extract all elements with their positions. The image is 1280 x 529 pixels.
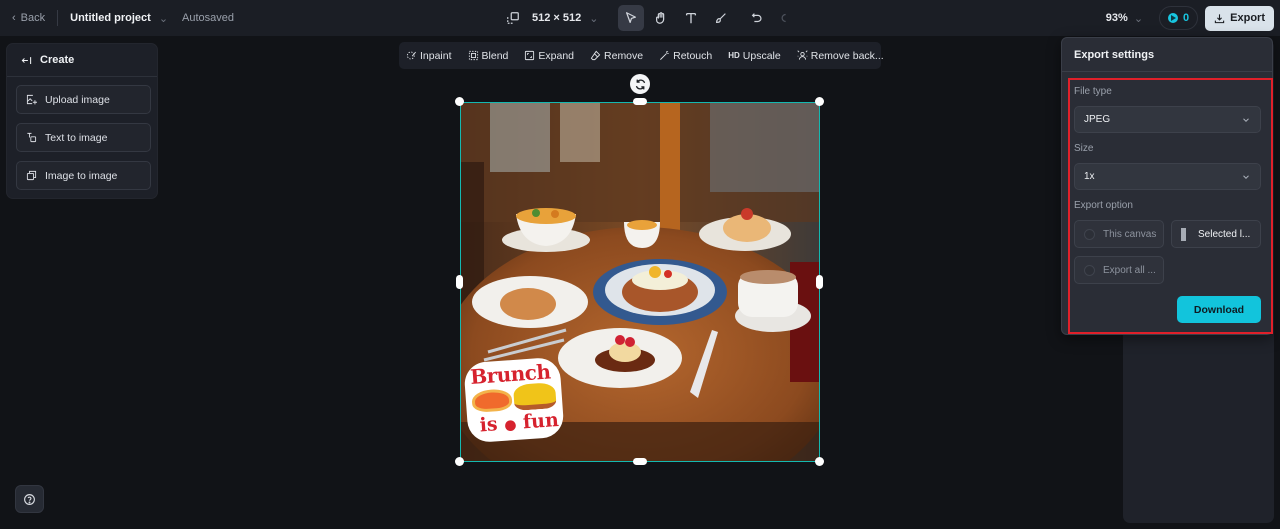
- radio-icon: [1084, 264, 1095, 276]
- collapse-left-icon: [21, 56, 32, 64]
- export-settings-title: Export settings: [1062, 38, 1272, 72]
- image-to-image-icon: [26, 170, 37, 181]
- chevron-down-icon: ⌄: [589, 12, 599, 25]
- resize-canvas-button[interactable]: [500, 5, 526, 31]
- tool-remove[interactable]: Remove: [590, 50, 643, 62]
- text-to-image-icon: [27, 132, 37, 143]
- tool-inpaint[interactable]: Inpaint: [406, 50, 452, 62]
- tool-upscale[interactable]: HD Upscale: [728, 50, 781, 62]
- chevron-down-icon: ⌄: [1133, 12, 1144, 25]
- brush-icon: [716, 13, 727, 23]
- strawberry-icon: ●: [503, 416, 518, 434]
- credit-coin-icon: [1168, 13, 1179, 23]
- brunch-sticker: Brunch is ● fun: [463, 356, 565, 444]
- tool-expand[interactable]: Expand: [524, 50, 574, 62]
- tool-blend[interactable]: Blend: [468, 50, 508, 62]
- size-label: Size: [1074, 143, 1094, 154]
- text-to-image-button[interactable]: Text to image: [16, 123, 151, 152]
- canvas-image[interactable]: Brunch is ● fun: [460, 102, 820, 462]
- file-type-select[interactable]: JPEG: [1074, 106, 1261, 133]
- option-export-all[interactable]: Export all ...: [1074, 256, 1164, 284]
- project-name: Untitled project: [70, 12, 151, 24]
- tool-retouch[interactable]: Retouch: [659, 50, 712, 62]
- expand-icon: [525, 50, 535, 61]
- select-tool[interactable]: [618, 5, 645, 31]
- resize-handle-bottom-right[interactable]: [815, 457, 824, 466]
- canvas-size-dropdown[interactable]: 512 × 512 ⌄: [532, 12, 598, 25]
- save-status: Autosaved: [182, 12, 235, 24]
- export-settings-popover: Export settings File type JPEG Size 1x E…: [1061, 37, 1273, 335]
- resize-handle-top-right[interactable]: [815, 97, 824, 106]
- option-selected-layer[interactable]: Selected l...: [1171, 220, 1261, 248]
- pizza-sticker-art: [471, 388, 513, 413]
- option-this-canvas[interactable]: This canvas: [1074, 220, 1164, 248]
- back-button[interactable]: ‹ Back: [12, 12, 45, 24]
- upload-image-icon: [26, 94, 37, 105]
- file-type-label: File type: [1074, 86, 1112, 97]
- resize-handle-top[interactable]: [633, 98, 647, 105]
- download-button[interactable]: Download: [1177, 296, 1261, 323]
- create-panel: Create Upload image Text to image Image …: [6, 43, 158, 199]
- eraser-icon: [590, 50, 601, 61]
- undo-icon: [752, 13, 762, 23]
- chevron-down-icon: ⌄: [158, 12, 169, 25]
- text-tool[interactable]: [678, 5, 704, 31]
- rotate-icon: [635, 78, 645, 90]
- size-select[interactable]: 1x: [1074, 163, 1261, 190]
- download-icon: [1214, 13, 1225, 23]
- layer-icon: [1181, 227, 1186, 241]
- chevron-down-icon: [1243, 117, 1249, 122]
- resize-handle-bottom-left[interactable]: [455, 457, 464, 466]
- credits-badge[interactable]: 0: [1159, 6, 1199, 30]
- help-button[interactable]: [15, 485, 44, 513]
- inpaint-icon: [406, 51, 416, 60]
- resize-handle-left[interactable]: [456, 275, 463, 289]
- blend-icon: [468, 50, 478, 61]
- export-option-label: Export option: [1074, 200, 1133, 211]
- chevron-left-icon: ‹: [12, 12, 16, 24]
- chevron-down-icon: [1243, 174, 1249, 179]
- magic-wand-icon: [660, 51, 669, 60]
- image-tools-bar: Inpaint Blend Expand Remove Retouch HD U…: [399, 42, 884, 69]
- create-panel-header[interactable]: Create: [7, 44, 157, 77]
- rotate-handle[interactable]: [630, 74, 650, 94]
- divider: [57, 10, 59, 26]
- pointer-icon: [626, 12, 637, 23]
- project-name-dropdown[interactable]: Untitled project ⌄: [70, 12, 168, 25]
- hd-icon: HD: [728, 51, 740, 60]
- redo-icon: [781, 13, 787, 23]
- resize-icon: [507, 12, 519, 24]
- hand-tool[interactable]: [648, 5, 674, 31]
- tool-remove-background[interactable]: Remove back...: [797, 50, 884, 62]
- export-button[interactable]: Export: [1205, 5, 1274, 31]
- brush-tool[interactable]: [708, 5, 734, 31]
- resize-handle-bottom[interactable]: [633, 458, 647, 465]
- upload-image-button[interactable]: Upload image: [16, 85, 151, 114]
- image-to-image-button[interactable]: Image to image: [16, 161, 151, 190]
- remove-background-icon: [797, 50, 808, 60]
- help-icon: [24, 493, 35, 505]
- sandwich-sticker-art: [512, 382, 557, 411]
- hand-icon: [656, 12, 665, 24]
- undo-button[interactable]: [744, 5, 770, 31]
- redo-button[interactable]: [770, 5, 796, 31]
- radio-icon: [1084, 228, 1095, 240]
- resize-handle-top-left[interactable]: [455, 97, 464, 106]
- resize-handle-right[interactable]: [816, 275, 823, 289]
- zoom-dropdown[interactable]: 93% ⌄: [1106, 12, 1143, 25]
- top-bar: ‹ Back Untitled project ⌄ Autosaved 512 …: [0, 0, 1280, 36]
- text-icon: [686, 12, 697, 24]
